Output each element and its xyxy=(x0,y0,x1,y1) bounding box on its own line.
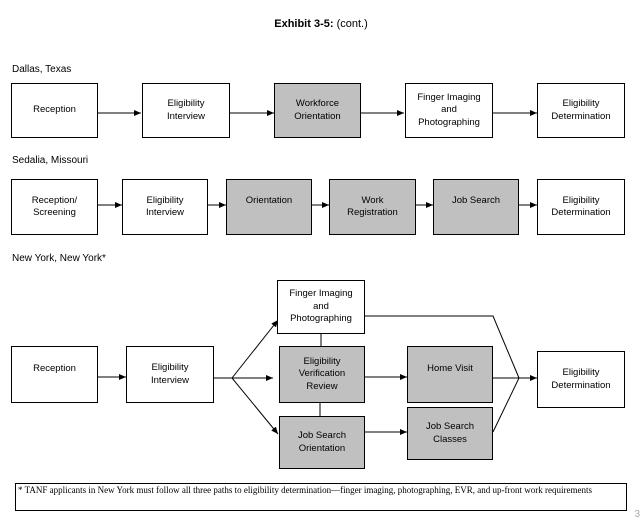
box-label: Finger Imaging and Photographing xyxy=(289,288,353,325)
box-ny-eligibility-determination: Eligibility Determination xyxy=(537,351,625,408)
box-ny-reception: Reception xyxy=(11,346,98,403)
box-label: Workforce Orientation xyxy=(294,98,341,122)
box-ny-eligibility-interview: Eligibility Interview xyxy=(126,346,214,403)
box-label: Eligibility Determination xyxy=(551,194,611,219)
box-ny-eligibility-verification-review: Eligibility Verification Review xyxy=(279,346,365,403)
section-label-sedalia: Sedalia, Missouri xyxy=(12,155,89,166)
box-label: Eligibility Determination xyxy=(551,98,611,122)
arrow-ny-to-jso xyxy=(231,377,279,435)
box-label: Eligibility Determination xyxy=(551,367,611,391)
box-sedalia-job-search: Job Search xyxy=(433,179,519,235)
box-ny-job-search-classes: Job Search Classes xyxy=(407,407,493,460)
box-label: Home Visit xyxy=(427,363,473,374)
box-label: Eligibility Interview xyxy=(145,194,184,219)
section-label-dallas: Dallas, Texas xyxy=(12,64,72,75)
page-number: 3 xyxy=(634,509,640,520)
line-classes-merge xyxy=(492,377,520,433)
box-sedalia-reception-screening: Reception/ Screening xyxy=(11,179,98,235)
box-label: Reception xyxy=(33,104,76,116)
box-label: Work Registration xyxy=(347,194,398,219)
box-sedalia-eligibility-determination: Eligibility Determination xyxy=(537,179,625,235)
box-label: Job Search Classes xyxy=(425,421,475,445)
box-label: Eligibility Verification Review xyxy=(298,355,346,392)
box-sedalia-eligibility-interview: Eligibility Interview xyxy=(122,179,208,235)
box-dallas-workforce-orientation: Workforce Orientation xyxy=(274,83,361,138)
footnote: * TANF applicants in New York must follo… xyxy=(15,483,627,511)
box-sedalia-orientation: Orientation xyxy=(226,179,312,235)
arrow-ny-to-finger xyxy=(231,319,279,379)
box-ny-job-search-orientation: Job Search Orientation xyxy=(279,416,365,469)
box-dallas-finger-imaging: Finger Imaging and Photographing xyxy=(405,83,493,138)
box-dallas-eligibility-determination: Eligibility Determination xyxy=(537,83,625,138)
box-dallas-reception: Reception xyxy=(11,83,98,138)
box-label: Reception xyxy=(33,363,76,374)
box-label: Job Search xyxy=(451,195,501,206)
box-label: Finger Imaging and Photographing xyxy=(417,91,481,128)
box-ny-home-visit: Home Visit xyxy=(407,346,493,403)
box-ny-finger-imaging: Finger Imaging and Photographing xyxy=(277,280,365,334)
box-label: Eligibility Interview xyxy=(166,98,205,122)
section-label-new-york: New York, New York* xyxy=(12,253,106,264)
box-dallas-eligibility-interview: Eligibility Interview xyxy=(142,83,230,138)
box-sedalia-work-registration: Work Registration xyxy=(329,179,416,235)
box-label: Eligibility Interview xyxy=(150,362,189,386)
box-label: Orientation xyxy=(245,195,293,206)
box-label: Job Search Orientation xyxy=(297,430,347,454)
box-label: Reception/ Screening xyxy=(31,194,78,219)
